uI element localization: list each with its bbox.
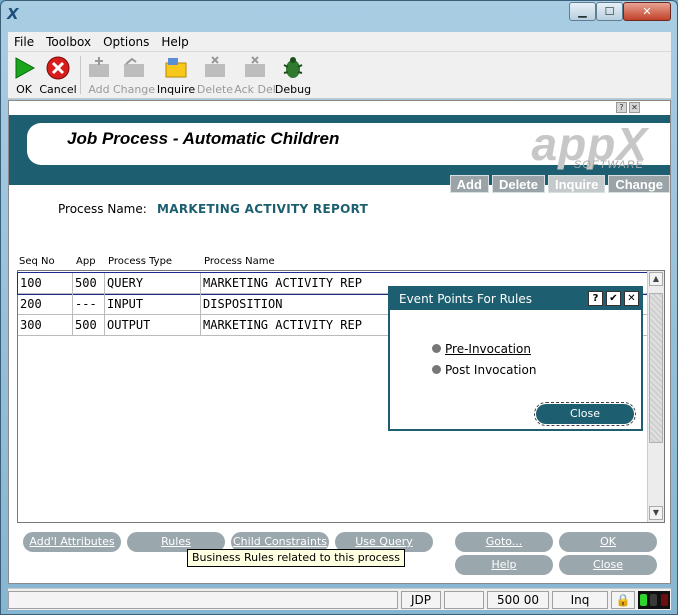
minimize-button[interactable]: ▁ [569,2,596,21]
header-title-panel: Job Process - Automatic Children appX SO… [27,118,670,171]
folder-ack-delete-icon [245,56,265,77]
toolbar-ok-button[interactable]: OK [12,54,36,97]
mode-tabs: Add Delete Inquire Change [449,175,670,193]
tab-delete[interactable]: Delete [491,175,545,193]
dialog-title: Event Points For Rules [390,288,641,310]
column-header-app: App [76,256,96,267]
ok-button[interactable]: OK [559,532,657,552]
scroll-down-icon[interactable]: ▼ [649,506,663,520]
help-button[interactable]: Help [455,555,553,575]
cell-app[interactable]: 500 [73,315,105,336]
toolbar: OK Cancel Add Change Inquire Delete Ack … [8,52,671,99]
bug-icon [283,57,303,78]
toolbar-cancel-button[interactable]: Cancel [39,54,77,97]
dialog-close-button[interactable]: Close [534,402,636,426]
tab-add[interactable]: Add [449,175,489,193]
cell-seq[interactable]: 200 [18,294,73,315]
column-header-type: Process Type [108,256,173,267]
dialog-help-icon[interactable]: ? [588,291,603,306]
maximize-button[interactable]: ☐ [596,2,623,21]
column-header-seq: Seq No [19,256,55,267]
status-user: JDP [401,591,441,609]
menu-help[interactable]: Help [155,35,194,49]
process-name-value: MARKETING ACTIVITY REPORT [157,202,369,216]
status-message [8,591,398,609]
cell-type[interactable]: OUTPUT [105,315,201,336]
menu-toolbox[interactable]: Toolbox [40,35,97,49]
cell-seq[interactable]: 100 [18,273,73,294]
page-title: Job Process - Automatic Children [67,129,340,148]
column-header-name: Process Name [204,256,275,267]
dialog-close-icon[interactable]: ✕ [624,291,639,306]
toolbar-ack-del-button[interactable]: Ack Del [234,54,276,97]
scroll-thumb[interactable] [649,293,663,443]
header-banner: Job Process - Automatic Children appX SO… [9,115,670,193]
dialog-ok-icon[interactable]: ✔ [606,291,621,306]
toolbar-change-button[interactable]: Change [113,54,155,97]
status-blank [444,591,484,609]
logo-subtitle: SOFTWARE [573,159,644,171]
cell-type[interactable]: INPUT [105,294,201,315]
green-light-icon [639,594,647,606]
activity-lights [638,591,670,609]
table-scrollbar[interactable]: ▲ ▼ [647,271,664,522]
panel-controls: ? ✕ [616,102,640,113]
toolbar-delete-button[interactable]: Delete [197,54,233,97]
appx-logo: appX SOFTWARE [482,118,662,175]
cell-app[interactable]: 500 [73,273,105,294]
close-window-button[interactable]: ✕ [623,2,671,21]
folder-inquire-icon [165,58,187,78]
close-button[interactable]: Close [559,555,657,575]
goto-button[interactable]: Goto... [455,532,553,552]
folder-delete-icon [205,56,225,77]
toolbar-debug-button[interactable]: Debug [275,54,311,97]
post-invocation-option[interactable]: Post Invocation [432,363,536,377]
app-window: X ▁ ☐ ✕ File Toolbox Options Help OK Can… [0,0,678,615]
main-panel: ? ✕ Job Process - Automatic Children app… [8,100,671,584]
panel-help-icon[interactable]: ? [616,102,627,113]
cell-seq[interactable]: 300 [18,315,73,336]
yellow-light-icon [650,594,658,606]
red-light-icon [661,594,669,606]
bullet-icon [432,344,441,353]
menu-bar: File Toolbox Options Help [8,32,671,52]
cell-type[interactable]: QUERY [105,273,201,294]
menu-file[interactable]: File [8,35,40,49]
folder-add-icon [89,57,109,77]
status-mode: Inq [552,591,608,609]
scroll-up-icon[interactable]: ▲ [649,272,663,286]
toolbar-add-button[interactable]: Add [84,54,114,97]
cell-app[interactable]: --- [73,294,105,315]
status-bar: JDP 500 00 Inq 🔒 [8,588,671,610]
stop-icon [46,56,70,80]
panel-close-icon[interactable]: ✕ [629,102,640,113]
appx-logo-icon: X [7,5,19,23]
tab-change[interactable]: Change [608,175,670,193]
toolbar-separator [80,56,81,94]
event-points-dialog: Event Points For Rules ? ✔ ✕ Pre-Invocat… [388,286,643,431]
rules-tooltip: Business Rules related to this process [187,549,405,567]
pre-invocation-option[interactable]: Pre-Invocation [432,342,531,356]
menu-options[interactable]: Options [97,35,155,49]
folder-edit-icon [124,57,144,77]
lock-icon: 🔒 [611,591,635,609]
toolbar-inquire-button[interactable]: Inquire [157,54,195,97]
addl-attributes-button[interactable]: Add'l Attributes [23,532,121,552]
bullet-icon [432,365,441,374]
play-icon [15,57,36,79]
status-app-info: 500 00 [487,591,549,609]
tab-inquire[interactable]: Inquire [547,175,606,193]
process-name-label: Process Name: [58,202,147,216]
title-bar[interactable]: X ▁ ☐ ✕ [1,1,677,31]
